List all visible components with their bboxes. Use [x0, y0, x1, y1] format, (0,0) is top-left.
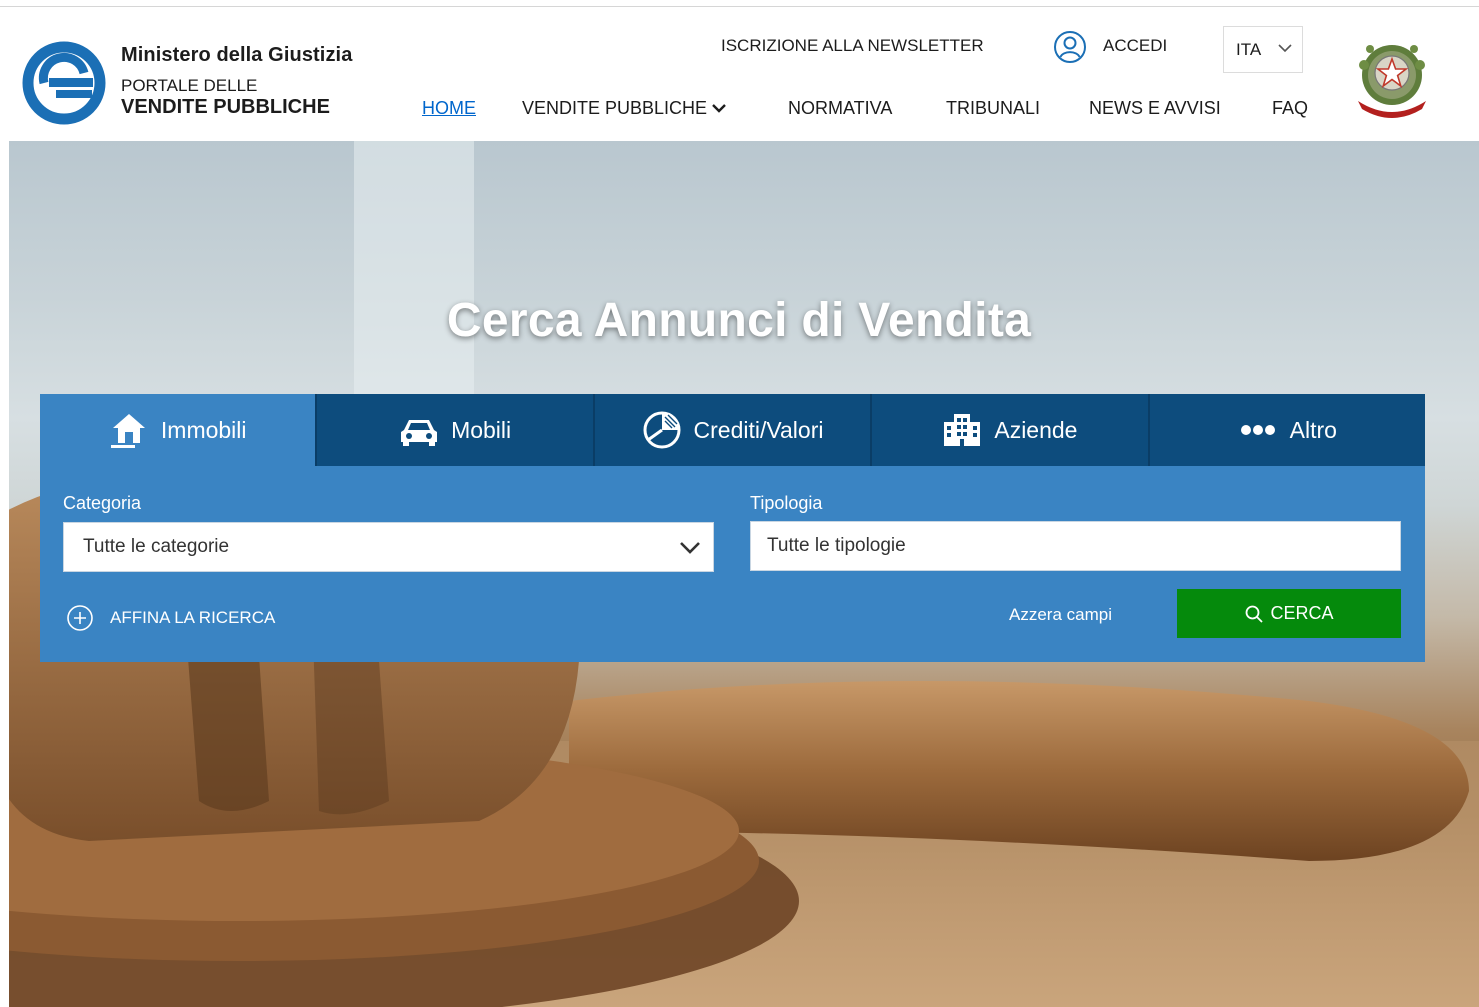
site-header: Ministero della Giustizia PORTALE DELLE … — [0, 7, 1479, 141]
nav-vendite-pubbliche[interactable]: VENDITE PUBBLICHE — [522, 98, 727, 119]
nav-home[interactable]: HOME — [422, 98, 476, 119]
ellipsis-icon — [1240, 425, 1275, 435]
search-panel: Categoria Tutte le categorie Tipologia A… — [40, 466, 1425, 662]
newsletter-link[interactable]: ISCRIZIONE ALLA NEWSLETTER — [721, 36, 984, 56]
category-selected-value: Tutte le categorie — [83, 536, 230, 557]
type-label: Tipologia — [750, 493, 823, 513]
tab-mobili[interactable]: Mobili — [317, 394, 595, 466]
hero-title: Cerca Annunci di Vendita — [446, 294, 1032, 347]
portal-name-line2: VENDITE PUBBLICHE — [121, 96, 330, 118]
tab-crediti-valori[interactable]: Crediti/Valori — [594, 394, 873, 466]
portal-name-line1: PORTALE DELLE — [121, 76, 258, 95]
chevron-down-icon — [680, 542, 700, 554]
login-link[interactable]: ACCEDI — [1103, 36, 1167, 56]
nav-normativa[interactable]: NORMATIVA — [788, 98, 892, 119]
italian-republic-emblem-icon — [1358, 45, 1426, 118]
tab-label: Aziende — [994, 416, 1078, 443]
search-icon — [1246, 605, 1264, 623]
nav-news-e-avvisi[interactable]: NEWS E AVVISI — [1089, 98, 1221, 119]
ministry-name: Ministero della Giustizia — [121, 44, 353, 66]
type-input[interactable] — [750, 521, 1401, 571]
refine-search-toggle[interactable]: AFFINA LA RICERCA — [66, 604, 275, 632]
search-button[interactable]: CERCA — [1177, 589, 1401, 638]
tab-label: Mobili — [451, 416, 512, 443]
house-icon — [110, 414, 145, 448]
tab-label: Immobili — [160, 416, 247, 443]
category-select[interactable]: Tutte le categorie — [63, 522, 714, 572]
category-label: Categoria — [63, 493, 142, 513]
chevron-down-icon — [712, 103, 726, 113]
portal-logo-icon[interactable] — [22, 41, 106, 125]
search-button-label: CERCA — [1270, 603, 1334, 623]
search-category-tabs: Immobili Mobili Crediti/Valori Aziende A… — [40, 394, 1426, 466]
building-icon — [944, 414, 981, 446]
tab-altro[interactable]: Altro — [1149, 394, 1426, 466]
language-value: ITA — [1236, 39, 1262, 59]
tab-immobili[interactable]: Immobili — [40, 394, 318, 466]
nav-faq[interactable]: FAQ — [1272, 98, 1308, 119]
pie-chart-icon — [643, 411, 681, 449]
hero-section: Cerca Annunci di Vendita Immobili Mobili — [9, 141, 1479, 1007]
tab-label: Altro — [1289, 416, 1337, 443]
tab-label: Crediti/Valori — [693, 416, 824, 443]
nav-vendite-label: VENDITE PUBBLICHE — [522, 98, 708, 118]
car-icon — [401, 420, 438, 446]
tab-aziende[interactable]: Aziende — [872, 394, 1150, 466]
language-selector[interactable]: ITA — [1223, 26, 1303, 73]
plus-circle-icon — [67, 605, 93, 631]
user-icon[interactable] — [1053, 30, 1087, 64]
nav-tribunali[interactable]: TRIBUNALI — [946, 98, 1040, 119]
refine-search-label: AFFINA LA RICERCA — [110, 608, 276, 627]
reset-fields-link[interactable]: Azzera campi — [1009, 605, 1112, 625]
chevron-down-icon — [1278, 44, 1292, 53]
